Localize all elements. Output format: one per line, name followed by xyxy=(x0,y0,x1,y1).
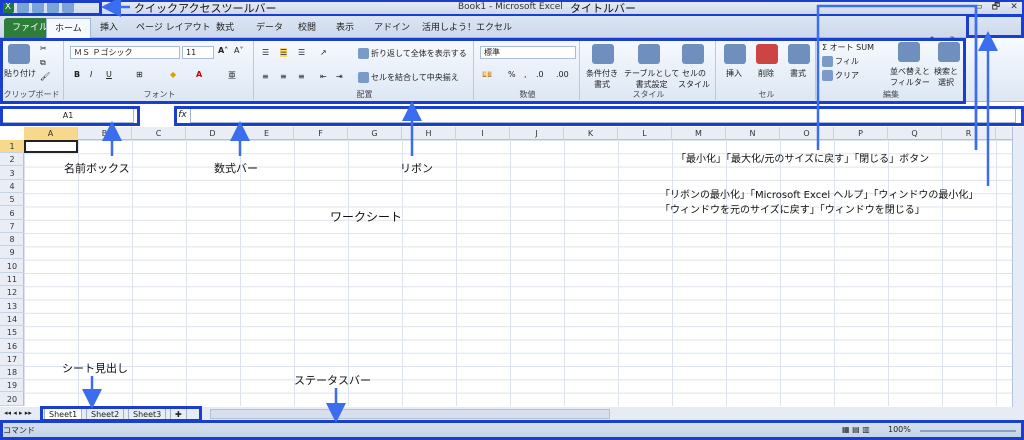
row-header[interactable]: 19 xyxy=(0,379,24,393)
row-header[interactable]: 4 xyxy=(0,180,24,193)
column-header[interactable]: D xyxy=(186,127,240,140)
horizontal-scrollbar[interactable] xyxy=(210,409,610,419)
column-header[interactable]: J xyxy=(510,127,564,140)
tab-data[interactable]: データ xyxy=(248,18,291,38)
annotation-qat: クイックアクセスツールバー xyxy=(134,2,277,15)
annotation-ribbon: リボン xyxy=(400,162,433,175)
row-header[interactable]: 2 xyxy=(0,153,24,167)
row-header[interactable]: 18 xyxy=(0,366,24,380)
annotation-formulabar: 数式バー xyxy=(214,162,258,175)
column-header[interactable]: E xyxy=(240,127,294,140)
ribbon-tabs: ファイル ホーム 挿入 ページ レイアウト 数式 データ 校閲 表示 アドイン … xyxy=(0,16,1024,46)
row-header[interactable]: 7 xyxy=(0,220,24,233)
annotation-ribbon-buttons-1: 「リボンの最小化」「Microsoft Excel ヘルプ」「ウィンドウの最小化… xyxy=(660,190,979,201)
ribbon-buttons-highlight xyxy=(966,14,1024,38)
row-header[interactable]: 5 xyxy=(0,193,24,207)
row-header[interactable]: 3 xyxy=(0,167,24,180)
column-headers: ABCDEFGHIJKLMNOPQR xyxy=(24,127,1012,140)
column-header[interactable]: R xyxy=(942,127,996,140)
row-header[interactable]: 17 xyxy=(0,353,24,366)
row-header[interactable]: 1 xyxy=(0,140,24,153)
tab-view[interactable]: 表示 xyxy=(328,18,362,38)
row-header[interactable]: 6 xyxy=(0,207,24,220)
column-header[interactable]: C xyxy=(132,127,186,140)
sheet-nav-icon[interactable]: ◂◂ ◂ ▸ ▸▸ xyxy=(4,409,32,417)
annotation-worksheet: ワークシート xyxy=(330,210,403,224)
row-headers: 1 2 3 4 5 6 7 8 9 10 11 12 13 14 15 16 17 18 19 20 xyxy=(0,140,24,406)
column-header[interactable]: B xyxy=(78,127,132,140)
row-header[interactable]: 10 xyxy=(0,260,24,273)
worksheet-grid[interactable] xyxy=(24,140,1012,406)
column-header[interactable]: I xyxy=(456,127,510,140)
annotation-titlebar: タイトルバー xyxy=(570,2,636,15)
column-header[interactable]: O xyxy=(780,127,834,140)
annotation-statusbar: ステータスバー xyxy=(294,374,371,387)
statusbar-highlight xyxy=(0,420,1024,440)
tab-addins[interactable]: アドイン xyxy=(366,18,418,38)
tab-formulas[interactable]: 数式 xyxy=(208,18,242,38)
annotation-namebox: 名前ボックス xyxy=(64,162,130,175)
column-header[interactable]: H xyxy=(402,127,456,140)
column-header[interactable]: N xyxy=(726,127,780,140)
tab-excel-tips[interactable]: 活用しよう！エクセル xyxy=(414,18,520,38)
column-header[interactable]: K xyxy=(564,127,618,140)
column-header[interactable]: G xyxy=(348,127,402,140)
row-header[interactable]: 15 xyxy=(0,326,24,340)
column-header[interactable]: P xyxy=(834,127,888,140)
vertical-scrollbar[interactable] xyxy=(1012,127,1024,407)
column-header[interactable]: F xyxy=(294,127,348,140)
column-header[interactable]: M xyxy=(672,127,726,140)
tab-insert[interactable]: 挿入 xyxy=(92,18,126,38)
row-header[interactable]: 16 xyxy=(0,340,24,353)
column-header[interactable]: L xyxy=(618,127,672,140)
tab-page-layout[interactable]: ページ レイアウト xyxy=(128,18,219,38)
formulabar-highlight xyxy=(174,106,1024,126)
active-cell[interactable] xyxy=(24,140,78,153)
annotation-sheettabs: シート見出し xyxy=(62,362,128,375)
annotation-ribbon-buttons-2: 「ウィンドウを元のサイズに戻す」「ウィンドウを閉じる」 xyxy=(660,205,925,216)
row-header[interactable]: 12 xyxy=(0,286,24,300)
row-header[interactable]: 9 xyxy=(0,246,24,260)
annotation-window-buttons: 「最小化」「最大化/元のサイズに戻す」「閉じる」ボタン xyxy=(676,154,930,165)
namebox-highlight xyxy=(0,106,140,126)
column-header[interactable]: A xyxy=(24,127,78,140)
row-header[interactable]: 11 xyxy=(0,273,24,286)
row-header[interactable]: 14 xyxy=(0,313,24,326)
ribbon-highlight xyxy=(0,38,966,104)
row-header[interactable]: 13 xyxy=(0,300,24,313)
row-header[interactable]: 20 xyxy=(0,393,24,406)
column-header[interactable]: Q xyxy=(888,127,942,140)
row-header[interactable]: 8 xyxy=(0,233,24,247)
tab-review[interactable]: 校閲 xyxy=(290,18,324,38)
tab-home[interactable]: ホーム xyxy=(46,18,91,38)
